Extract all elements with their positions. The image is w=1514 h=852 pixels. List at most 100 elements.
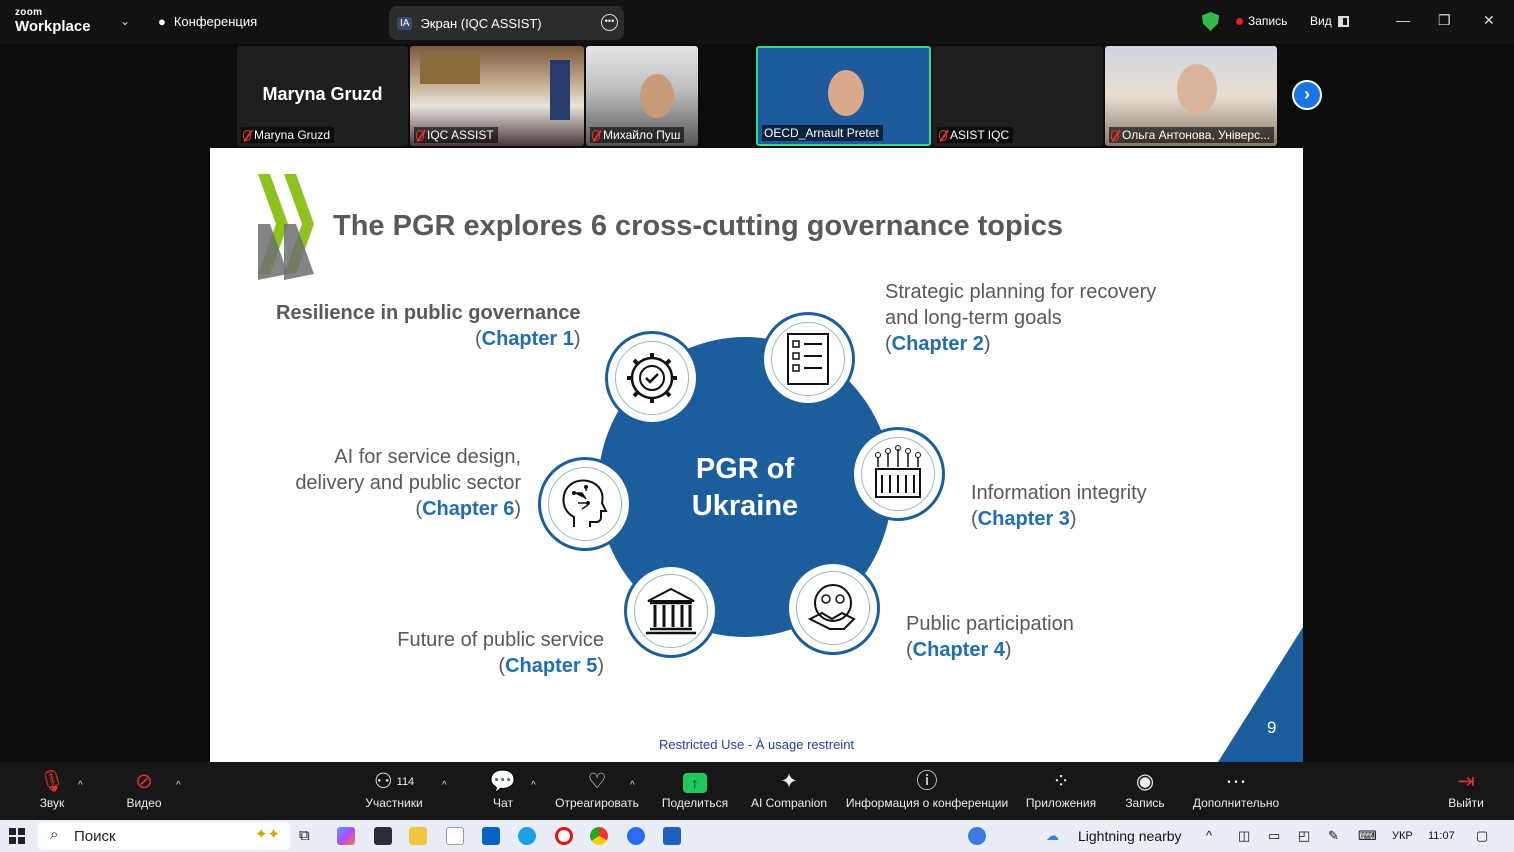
topic-5: Future of public service (Chapter 5)	[385, 627, 604, 679]
record-dot-icon	[1236, 17, 1243, 25]
participants-button[interactable]: ⚇ 114 Участники	[360, 768, 428, 810]
participant-tile-active-speaker[interactable]: OECD_Arnault Pretet	[756, 46, 931, 146]
language-indicator[interactable]: УКР	[1392, 830, 1413, 842]
battery-icon[interactable]: ▭	[1268, 828, 1280, 844]
chapter-label: Chapter 5	[505, 655, 598, 677]
more-button[interactable]: ⋯ Дополнительно	[1190, 768, 1282, 810]
windows-taskbar: ⌕ Поиск ✦✦ ⧉ ☁ Lightning nearby ^ ◫ ▭ ◰ …	[0, 820, 1514, 852]
apps-button[interactable]: ⁘ Приложения	[1022, 768, 1100, 810]
weather-text[interactable]: Lightning nearby	[1078, 828, 1182, 844]
oecd-logo-icon	[258, 174, 314, 280]
top-bar: zoom Workplace ⌄ ● Конференция IA Экран …	[0, 0, 1514, 44]
help-icon[interactable]	[968, 827, 986, 845]
topic-text: delivery and public sector	[295, 472, 521, 494]
shared-screen-label: Экран (IQC ASSIST)	[420, 15, 542, 31]
toolbar-label: Дополнительно	[1192, 796, 1280, 810]
participant-name: IQC ASSIST	[427, 128, 494, 142]
participant-tile[interactable]: Maryna Gruzd Maryna Gruzd	[237, 46, 408, 146]
more-icon: ⋯	[1225, 770, 1247, 793]
participant-tile[interactable]: Ольга Антонова, Універс...	[1105, 46, 1277, 146]
task-view-icon[interactable]: ⧉	[299, 827, 317, 845]
video-off-icon: ⊘	[135, 770, 153, 793]
close-icon[interactable]: ✕	[1483, 12, 1495, 29]
chevron-up-icon[interactable]: ^	[1206, 828, 1212, 843]
toolbar-label: Поделиться	[661, 796, 729, 810]
chapter-label: Chapter 4	[912, 639, 1005, 661]
skype-icon[interactable]	[518, 827, 536, 845]
info-icon: ⓘ	[916, 770, 938, 793]
participant-tile[interactable]: ASIST IQC	[933, 46, 1103, 146]
muted-mic-icon	[1111, 129, 1119, 141]
checklist-icon	[787, 333, 829, 385]
react-button[interactable]: ♡ Отреагировать	[554, 768, 640, 810]
chevron-up-icon[interactable]: ^	[442, 780, 447, 791]
network-icon[interactable]: ◰	[1298, 828, 1310, 844]
word-icon[interactable]	[663, 827, 681, 845]
center-label-line: Ukraine	[691, 490, 799, 522]
participant-name: Михайло Пуш	[603, 128, 681, 142]
chapter-label: Chapter 6	[422, 498, 515, 520]
shared-slide: The PGR explores 6 cross-cutting governa…	[210, 148, 1303, 762]
meeting-info-button[interactable]: ⓘ Информация о конференции	[842, 768, 1012, 810]
record-label: Запись	[1248, 14, 1288, 28]
toolbar-label: Информация о конференции	[845, 796, 1009, 810]
topic-icon-circle	[761, 312, 855, 406]
center-label: PGR of Ukraine	[598, 451, 892, 525]
participant-display-name: Maryna Gruzd	[262, 84, 383, 104]
opera-icon[interactable]	[555, 827, 573, 845]
recording-indicator[interactable]: Запись	[1236, 14, 1287, 28]
participant-name-tag: IQC ASSIST	[414, 127, 498, 143]
copilot-icon[interactable]	[337, 827, 355, 845]
file-explorer-icon[interactable]	[409, 827, 427, 845]
apps-icon: ⁘	[1052, 770, 1070, 793]
keyboard-icon[interactable]: ⌨	[1358, 828, 1377, 844]
record-button[interactable]: ◉ Запись	[1120, 768, 1170, 810]
topic-icon-circle	[538, 457, 632, 551]
more-options-icon[interactable]: •••	[601, 14, 618, 31]
tray-app-icon[interactable]: ◫	[1238, 828, 1250, 844]
next-page-button[interactable]: ›	[1292, 80, 1322, 110]
notification-icon[interactable]: ▢	[1476, 828, 1488, 844]
zoom-app-icon[interactable]	[627, 827, 645, 845]
participants-count: 114	[396, 776, 415, 788]
view-button[interactable]: Вид	[1310, 14, 1349, 28]
pen-icon[interactable]: ✎	[1328, 828, 1339, 844]
ai-companion-button[interactable]: ✦ AI Companion	[748, 768, 830, 810]
chrome-icon[interactable]	[590, 827, 608, 845]
chevron-down-icon[interactable]: ⌄	[120, 14, 130, 28]
terminal-icon[interactable]	[374, 827, 392, 845]
chevron-up-icon[interactable]: ^	[78, 780, 83, 791]
chapter-label: Chapter 3	[977, 508, 1070, 530]
outlook-icon[interactable]	[482, 827, 500, 845]
chevron-up-icon[interactable]: ^	[531, 780, 536, 791]
shared-screen-pill[interactable]: IA Экран (IQC ASSIST) •••	[389, 6, 624, 40]
notepad-icon[interactable]	[446, 827, 464, 845]
topic-6: AI for service design, delivery and publ…	[280, 444, 521, 522]
audio-button[interactable]: 🎙 Звук	[30, 768, 74, 810]
toolbar-label: Видео	[126, 796, 162, 810]
building-network-icon	[875, 445, 921, 498]
participant-tile[interactable]: Михайло Пуш	[586, 46, 698, 146]
windows-start-icon[interactable]	[9, 828, 25, 844]
video-button[interactable]: ⊘ Видео	[118, 768, 170, 810]
sparkle-icon: ✦	[780, 770, 798, 793]
meeting-menu[interactable]: ● Конференция	[158, 14, 257, 29]
institution-icon	[646, 587, 696, 635]
topic-text: Public participation	[906, 613, 1074, 635]
share-button[interactable]: ↑ Поделиться	[658, 768, 732, 810]
clock[interactable]: 11:07	[1428, 830, 1455, 842]
restore-icon[interactable]: ❐	[1438, 12, 1451, 29]
logo-big-text: Workplace	[15, 18, 91, 35]
chapter-label: Chapter 1	[481, 328, 574, 350]
taskbar-search[interactable]: ⌕ Поиск ✦✦	[38, 822, 290, 850]
sharer-avatar: IA	[397, 16, 413, 30]
minimize-icon[interactable]: —	[1396, 12, 1410, 28]
chevron-up-icon[interactable]: ^	[630, 780, 635, 791]
security-shield-icon[interactable]	[1202, 12, 1219, 31]
participant-tile[interactable]: IQC ASSIST	[410, 46, 584, 146]
toolbar-label: Выйти	[1448, 796, 1484, 810]
leave-button[interactable]: ⇥ Выйти	[1446, 768, 1486, 810]
chat-button[interactable]: 💬 Чат	[485, 768, 521, 810]
video-frame	[640, 74, 674, 118]
chevron-up-icon[interactable]: ^	[176, 780, 181, 791]
